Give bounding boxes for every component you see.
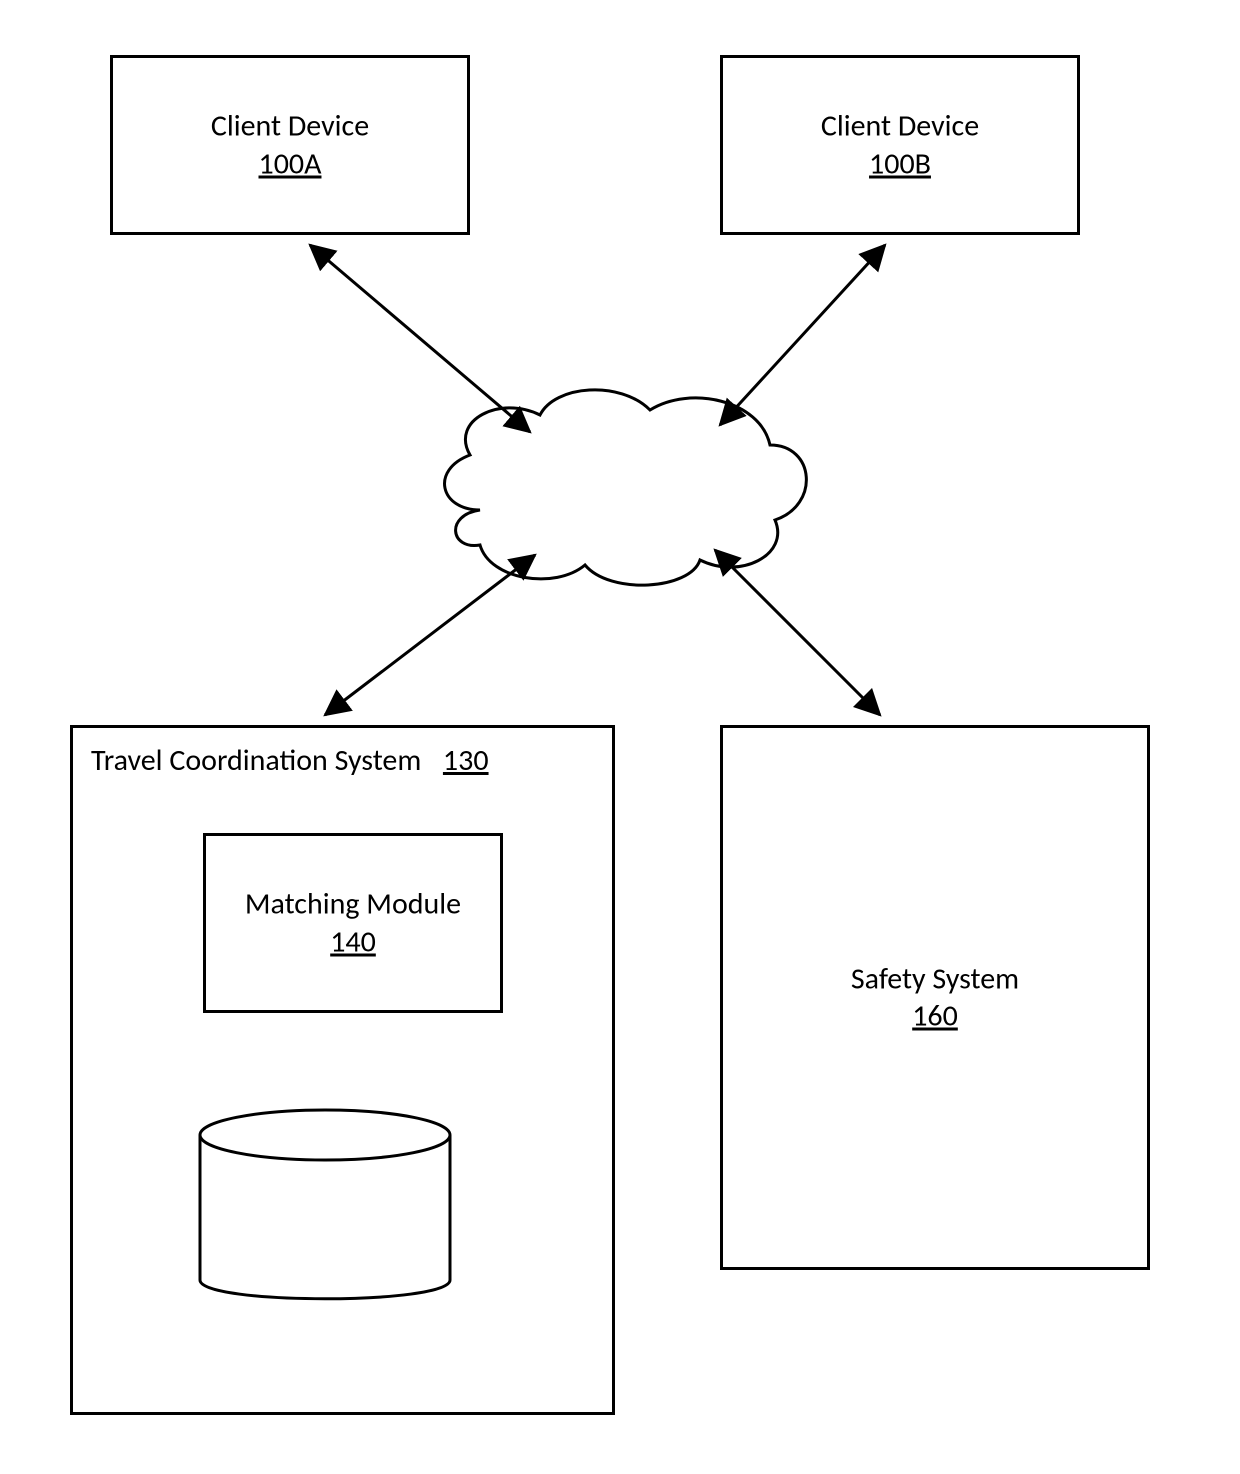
safety-system-label: Safety System 160 xyxy=(723,960,1147,1035)
network-label: Network 120 xyxy=(520,455,720,530)
map-data-store-title: Map Data Store xyxy=(195,1180,455,1218)
arrow-clientb-network xyxy=(720,245,885,425)
travel-coordination-system-box: Travel Coordination System 130 Matching … xyxy=(70,725,615,1415)
map-data-store-ref: 150 xyxy=(195,1218,455,1256)
diagram-canvas: Client Device 100A Client Device 100B Tr… xyxy=(0,0,1240,1474)
matching-module-box: Matching Module 140 xyxy=(203,833,503,1013)
safety-system-ref: 160 xyxy=(723,998,1147,1036)
client-device-a-box: Client Device 100A xyxy=(110,55,470,235)
matching-module-label: Matching Module 140 xyxy=(206,886,500,961)
arrow-clienta-network xyxy=(310,245,530,432)
network-ref: 120 xyxy=(520,493,720,531)
tcs-ref: 130 xyxy=(443,742,489,779)
client-device-a-title: Client Device xyxy=(113,108,467,146)
client-device-b-box: Client Device 100B xyxy=(720,55,1080,235)
tcs-title-text: Travel Coordination System xyxy=(91,742,421,779)
safety-system-box: Safety System 160 xyxy=(720,725,1150,1270)
client-device-b-label: Client Device 100B xyxy=(723,108,1077,183)
safety-system-title: Safety System xyxy=(723,960,1147,998)
map-data-store-label: Map Data Store 150 xyxy=(195,1180,455,1255)
client-device-b-ref: 100B xyxy=(723,145,1077,183)
tcs-title-row: Travel Coordination System 130 xyxy=(91,742,489,779)
network-title: Network xyxy=(520,455,720,493)
client-device-b-title: Client Device xyxy=(723,108,1077,146)
client-device-a-label: Client Device 100A xyxy=(113,108,467,183)
arrow-network-safety xyxy=(715,550,880,715)
matching-module-ref: 140 xyxy=(206,923,500,961)
matching-module-title: Matching Module xyxy=(206,886,500,924)
arrow-network-tcs xyxy=(325,555,535,715)
client-device-a-ref: 100A xyxy=(113,145,467,183)
